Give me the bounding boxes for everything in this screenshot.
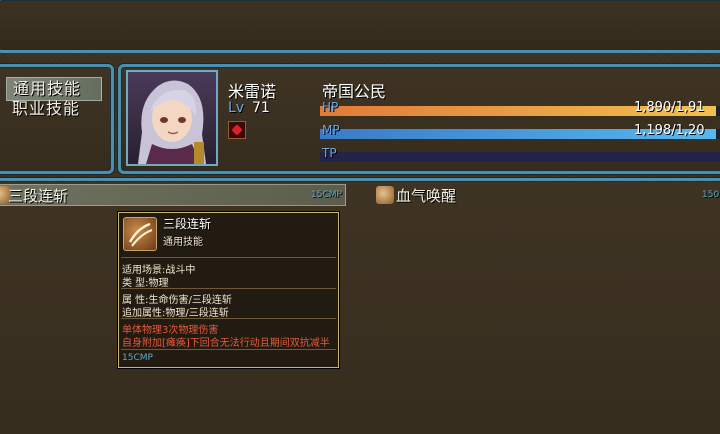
tooltip-type: 类 型:物理 — [122, 278, 169, 289]
level-label: Lv — [228, 100, 245, 116]
actor-level: 71 — [252, 100, 270, 116]
game-screen: 通用技能 职业技能 米雷诺 Lv 71 帝国公民 HP 1,890/1,91 M… — [0, 0, 720, 434]
mp-label: MP — [322, 123, 340, 137]
tooltip-skill-category: 通用技能 — [163, 237, 203, 248]
help-window — [0, 0, 720, 53]
tooltip-extra-attribute: 追加属性:物理/三段连斩 — [122, 308, 229, 319]
skill-name-1[interactable]: 三段连斩 — [8, 185, 68, 206]
actor-class: 帝国公民 — [322, 82, 387, 101]
hp-label: HP — [322, 100, 339, 114]
skill-cost-1: 15CMP — [311, 190, 342, 200]
actor-portrait — [126, 70, 218, 166]
actor-name: 米雷诺 — [228, 82, 277, 101]
tooltip-cost: 15CMP — [122, 353, 153, 363]
tooltip-divider — [121, 257, 336, 258]
tooltip-skill-name: 三段连斩 — [163, 217, 212, 231]
tooltip-desc-2: 自身附加[瘫痪]下回合无法行动且期间双抗减半 — [122, 338, 330, 349]
skill-awaken-icon — [376, 186, 394, 204]
skill-cost-2: 150 — [702, 190, 720, 200]
state-icon — [228, 121, 246, 139]
tp-label: TP — [322, 146, 337, 160]
hp-value: 1,890/1,91 — [634, 100, 705, 115]
skill-slash-large-icon — [123, 217, 157, 251]
skill-tooltip: 三段连斩 通用技能 适用场景:战斗中 类 型:物理 属 性:生命伤害/三段连斩 … — [118, 212, 339, 368]
tp-gauge — [320, 152, 720, 162]
command-class-skills[interactable]: 职业技能 — [12, 98, 80, 120]
skill-name-2[interactable]: 血气唤醒 — [396, 185, 456, 206]
tooltip-divider — [121, 288, 336, 289]
tooltip-divider — [121, 318, 336, 319]
mp-value: 1,198/1,20 — [634, 123, 705, 138]
skill-list-window — [0, 178, 720, 434]
tooltip-divider — [121, 349, 336, 350]
